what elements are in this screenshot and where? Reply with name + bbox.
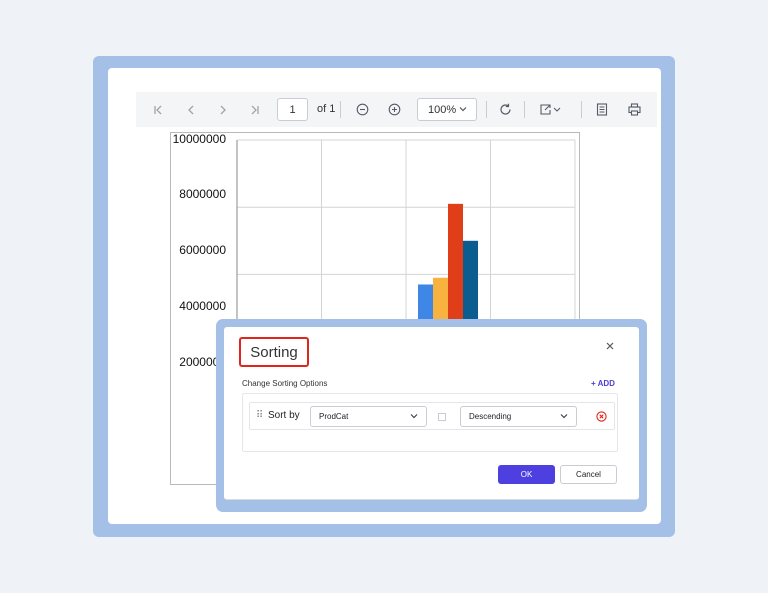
- toolbar-divider: [486, 101, 487, 118]
- chevron-down-icon: [458, 104, 468, 117]
- chevron-down-icon: [559, 411, 569, 423]
- sort-checkbox[interactable]: [438, 413, 446, 421]
- chevron-down-icon: [409, 411, 419, 423]
- toolbar-divider: [340, 101, 341, 118]
- sort-row: ⠿ Sort by ProdCat Descending: [249, 402, 615, 430]
- zoom-select[interactable]: 100%: [417, 98, 477, 121]
- sort-by-label: Sort by: [268, 410, 300, 421]
- sort-order-value: Descending: [469, 412, 512, 421]
- sort-order-select[interactable]: Descending: [460, 406, 577, 427]
- dialog-title: Sorting: [239, 337, 309, 367]
- sort-field-select[interactable]: ProdCat: [310, 406, 427, 427]
- ok-button[interactable]: OK: [498, 465, 555, 484]
- sorting-dialog-frame: Sorting Change Sorting Options + ADD ⠿ S…: [216, 319, 647, 512]
- document-view-icon[interactable]: [594, 92, 610, 127]
- first-page-icon[interactable]: [150, 92, 166, 127]
- export-icon[interactable]: [538, 92, 564, 127]
- page-number-input[interactable]: 1: [277, 98, 308, 121]
- dialog-subtitle: Change Sorting Options: [242, 379, 328, 388]
- close-icon[interactable]: [605, 339, 615, 354]
- next-page-icon[interactable]: [215, 92, 231, 127]
- last-page-icon[interactable]: [247, 92, 263, 127]
- print-icon[interactable]: [626, 92, 642, 127]
- cancel-button[interactable]: Cancel: [560, 465, 617, 484]
- sort-field-value: ProdCat: [319, 412, 349, 421]
- remove-sort-icon[interactable]: [596, 409, 607, 427]
- sort-options-container: ⠿ Sort by ProdCat Descending: [242, 393, 618, 452]
- zoom-out-icon[interactable]: [354, 92, 370, 127]
- drag-handle-icon[interactable]: ⠿: [256, 410, 263, 421]
- refresh-icon[interactable]: [497, 92, 513, 127]
- page-count-label: of 1: [317, 103, 336, 115]
- add-sort-button[interactable]: + ADD: [591, 379, 615, 388]
- toolbar-divider: [524, 101, 525, 118]
- report-toolbar: 1 of 1 100%: [136, 92, 657, 127]
- toolbar-divider: [581, 101, 582, 118]
- sorting-dialog: Sorting Change Sorting Options + ADD ⠿ S…: [224, 327, 639, 500]
- zoom-in-icon[interactable]: [386, 92, 402, 127]
- zoom-value: 100%: [428, 103, 457, 116]
- previous-page-icon[interactable]: [183, 92, 199, 127]
